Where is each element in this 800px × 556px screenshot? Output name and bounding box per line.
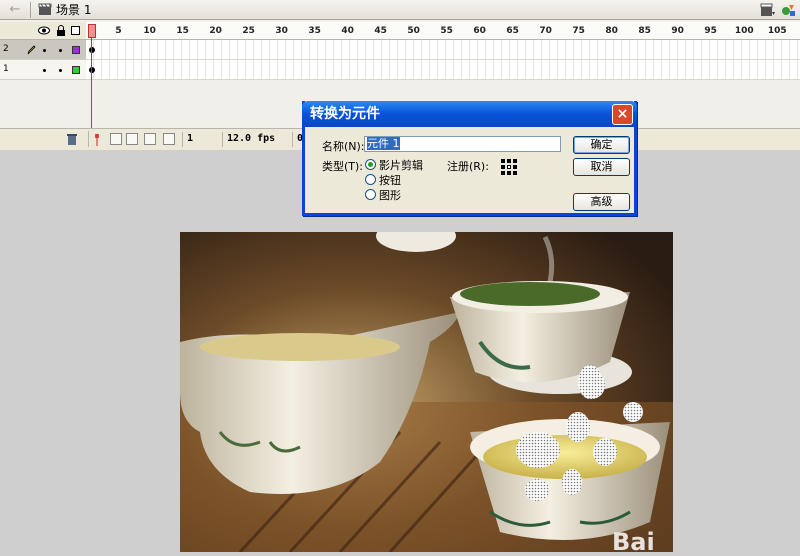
- edit-multiple-frames-icon[interactable]: [144, 133, 156, 145]
- radio-graphic[interactable]: [365, 189, 376, 200]
- onion-outline-icon[interactable]: [126, 133, 138, 145]
- ruler-tick: 50: [407, 26, 420, 36]
- close-button[interactable]: ×: [612, 104, 633, 125]
- frame-ruler[interactable]: 1510152025303540455055606570758085909510…: [86, 22, 800, 40]
- edit-scene-icon[interactable]: [760, 2, 776, 18]
- outline-icon[interactable]: [71, 26, 80, 35]
- type-option-graphic[interactable]: 图形: [379, 187, 401, 203]
- ruler-tick: 90: [671, 26, 684, 36]
- center-frame-icon[interactable]: [92, 132, 102, 147]
- ruler-tick: 80: [605, 26, 618, 36]
- edit-bar: [0, 0, 800, 20]
- ok-button[interactable]: 确定: [573, 136, 630, 154]
- onion-skin-icon[interactable]: [110, 133, 122, 145]
- ruler-tick: 55: [440, 26, 453, 36]
- eye-icon[interactable]: [38, 26, 50, 35]
- ruler-tick: 75: [572, 26, 585, 36]
- edit-symbols-icon[interactable]: [780, 2, 798, 18]
- name-label: 名称(N):: [322, 140, 365, 153]
- ruler-tick: 10: [143, 26, 156, 36]
- registration-label: 注册(R):: [447, 160, 489, 173]
- radio-movie-clip[interactable]: [365, 159, 376, 170]
- type-label: 类型(T):: [322, 160, 364, 173]
- ruler-tick: 100: [734, 26, 754, 36]
- name-input[interactable]: 元件 1: [364, 136, 561, 152]
- frame-rate: 12.0 fps: [222, 132, 282, 147]
- ruler-tick: 105: [767, 26, 787, 36]
- playhead[interactable]: [88, 24, 96, 38]
- ruler-tick: 25: [242, 26, 255, 36]
- ruler-tick: 45: [374, 26, 387, 36]
- ruler-tick: 20: [209, 26, 222, 36]
- keyframe-dot[interactable]: [89, 47, 95, 53]
- layer-header: [0, 22, 86, 40]
- ruler-tick: 15: [176, 26, 189, 36]
- advanced-button[interactable]: 高级: [573, 193, 630, 211]
- type-option-button[interactable]: 按钮: [379, 172, 401, 188]
- frame-row[interactable]: [86, 40, 800, 60]
- scene-label: 场景 1: [56, 3, 92, 17]
- clapper-scene-icon: [38, 3, 52, 15]
- divider: [30, 2, 31, 18]
- pencil-icon: [27, 45, 36, 55]
- ruler-tick: 40: [341, 26, 354, 36]
- layer-number: 1: [3, 64, 9, 74]
- layer-color-swatch[interactable]: [72, 66, 80, 74]
- back-arrow-icon[interactable]: ←: [4, 2, 26, 18]
- dialog-title: 转换为元件: [310, 106, 380, 122]
- tea-photo[interactable]: [180, 232, 673, 552]
- ruler-tick: 30: [275, 26, 288, 36]
- type-option-movie-clip[interactable]: 影片剪辑: [379, 157, 423, 173]
- layer-number: 2: [3, 44, 9, 54]
- ruler-tick: 65: [506, 26, 519, 36]
- frame-row[interactable]: [86, 60, 800, 80]
- ruler-tick: 35: [308, 26, 321, 36]
- ruler-tick: 85: [638, 26, 651, 36]
- ruler-tick: 5: [115, 26, 122, 36]
- ruler-tick: 70: [539, 26, 552, 36]
- lock-dot[interactable]: [59, 69, 62, 72]
- divider: [88, 131, 89, 147]
- current-frame: 1: [182, 132, 220, 147]
- visibility-dot[interactable]: [43, 69, 46, 72]
- layer-row-1[interactable]: 1: [0, 60, 86, 80]
- modify-onion-markers-icon[interactable]: [163, 133, 175, 145]
- keyframe-dot[interactable]: [89, 67, 95, 73]
- trash-icon[interactable]: [66, 133, 78, 146]
- lock-dot[interactable]: [59, 49, 62, 52]
- radio-button[interactable]: [365, 174, 376, 185]
- registration-grid-icon[interactable]: [501, 159, 517, 175]
- name-value: 元件 1: [367, 137, 400, 150]
- layer-row-2[interactable]: 2: [0, 40, 86, 60]
- layer-color-swatch[interactable]: [72, 46, 80, 54]
- ruler-tick: 95: [704, 26, 717, 36]
- visibility-dot[interactable]: [43, 49, 46, 52]
- lock-icon[interactable]: [56, 25, 66, 37]
- ruler-tick: 60: [473, 26, 486, 36]
- cancel-button[interactable]: 取消: [573, 158, 630, 176]
